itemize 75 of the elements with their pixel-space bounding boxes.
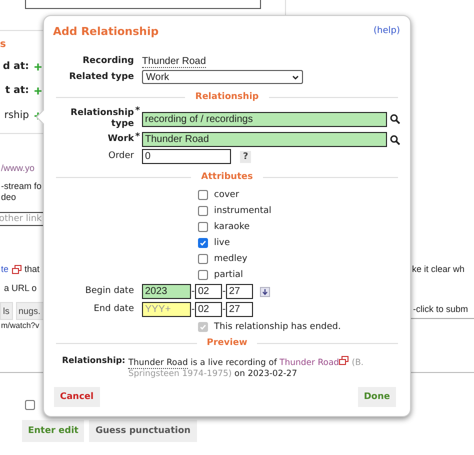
site-button[interactable]: ls <box>0 302 12 320</box>
checkbox[interactable] <box>198 254 208 264</box>
checkbox-label: live <box>214 238 230 248</box>
search-icon[interactable] <box>390 114 400 124</box>
recording-link[interactable]: Thunder Road <box>142 56 206 68</box>
month-field[interactable]: 02 <box>195 284 222 299</box>
hint-text: -click to subm <box>413 304 468 314</box>
help-link[interactable]: (help) <box>374 26 400 36</box>
checkbox-label: This relationship has ended. <box>214 322 341 332</box>
description-text: -stream fo <box>1 181 42 192</box>
checkbox[interactable] <box>198 270 208 280</box>
required-marker: * <box>135 132 140 143</box>
chevron-down-icon[interactable] <box>292 74 299 80</box>
dialog-title: Add Relationship <box>52 24 159 38</box>
order-field[interactable]: 0 <box>142 149 231 164</box>
checkbox[interactable] <box>25 400 35 410</box>
checkbox[interactable] <box>198 238 208 248</box>
row-label: d at: <box>2 61 29 72</box>
checkbox-label: partial <box>214 270 243 280</box>
add-icon[interactable] <box>34 86 42 94</box>
field-label: Work <box>108 134 134 144</box>
field-label: Order <box>108 151 134 161</box>
preview-text: Relationship: Thunder Road is a live recording of Thunder Road (B. Springsteen 1974-1975) on 2023-02-27 <box>62 356 365 380</box>
checkbox-label: karaoke <box>214 222 250 232</box>
field-label: End date <box>94 304 134 314</box>
work-field[interactable]: Thunder Road <box>142 132 387 147</box>
section-heading: s <box>0 39 6 50</box>
field-label: Recording <box>82 56 134 66</box>
month-field[interactable]: 02 <box>195 302 222 317</box>
done-button[interactable]: Done <box>358 387 396 407</box>
row-label: t at: <box>5 85 29 96</box>
date-separator: - <box>222 286 226 297</box>
date-separator: - <box>191 286 195 297</box>
description-text: deo <box>1 192 18 203</box>
section-heading: Relationship <box>195 92 259 102</box>
text-field[interactable] <box>25 0 261 9</box>
add-icon[interactable] <box>34 112 42 120</box>
date-separator: - <box>191 304 195 315</box>
section-heading: Attributes <box>201 172 253 182</box>
help-link[interactable]: te <box>1 264 9 274</box>
checkbox[interactable] <box>198 190 208 200</box>
field-label: Begin date <box>85 286 134 296</box>
checkbox[interactable] <box>198 222 208 232</box>
year-field[interactable]: 2023 <box>142 284 191 299</box>
date-separator: - <box>222 304 226 315</box>
external-link-icon[interactable] <box>12 264 22 274</box>
site-button[interactable]: nugs. <box>16 302 44 320</box>
note-text: a URL o <box>4 283 37 293</box>
checkbox-label: cover <box>214 190 240 200</box>
note-text: ke it clear wh <box>412 264 465 274</box>
field-label: Relationship type <box>70 108 134 129</box>
action-button[interactable]: Guess punctuation <box>89 420 197 442</box>
relationship-type-field[interactable]: recording of / recordings <box>142 112 387 126</box>
row-label: rship <box>4 110 29 121</box>
add-icon[interactable] <box>34 62 42 70</box>
enter-edit-button[interactable]: Enter edit <box>22 420 84 442</box>
recording-link[interactable]: Thunder Road <box>128 358 188 369</box>
day-field[interactable]: 27 <box>226 302 253 317</box>
checkbox[interactable] <box>198 206 208 216</box>
required-marker: * <box>135 106 140 117</box>
search-icon[interactable] <box>390 134 400 144</box>
url-link[interactable]: /www.yo <box>1 163 35 173</box>
day-field[interactable]: 27 <box>226 284 253 299</box>
copy-date-button[interactable] <box>260 286 270 296</box>
work-link[interactable]: Thunder Road <box>280 358 340 368</box>
url-text: m/watch?v <box>1 321 40 330</box>
cancel-button[interactable]: Cancel <box>54 387 100 407</box>
type-dropdown[interactable]: Work <box>142 70 303 84</box>
checkbox-label: medley <box>214 254 248 264</box>
section-heading: Preview <box>206 338 248 348</box>
note-text: that <box>24 264 40 274</box>
help-button[interactable]: ? <box>240 150 252 162</box>
checkbox-label: instrumental <box>214 206 272 216</box>
external-link-icon[interactable] <box>339 356 350 365</box>
field-label: Related type <box>69 72 134 82</box>
